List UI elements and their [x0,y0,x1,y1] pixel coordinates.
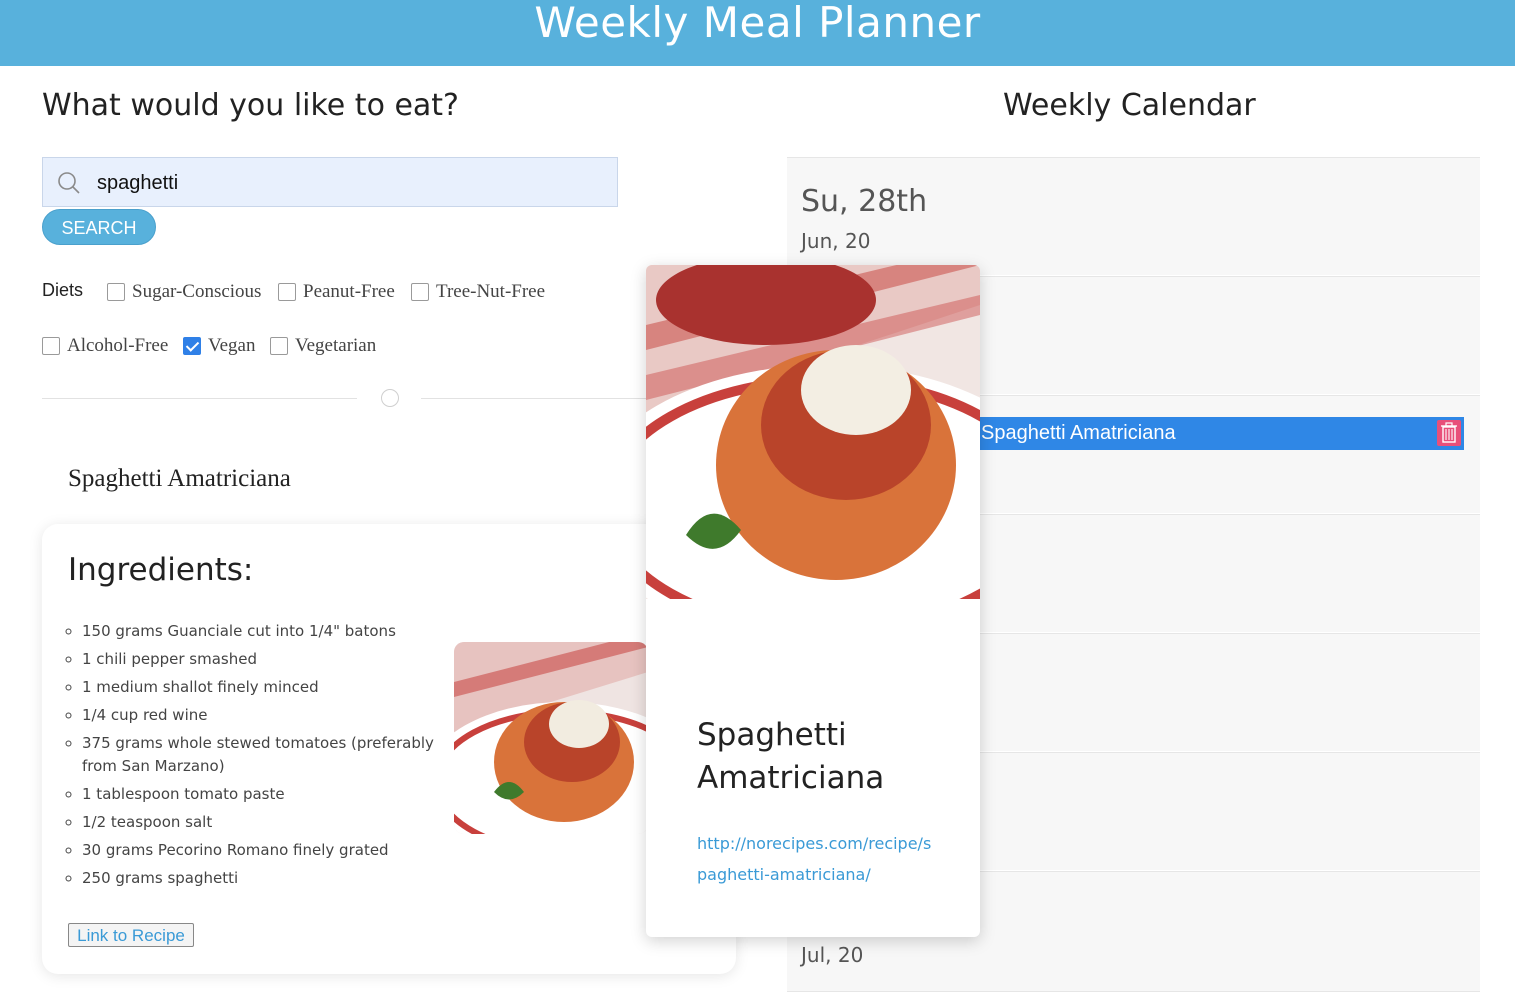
app-title: Weekly Meal Planner [534,0,981,47]
list-item: 1 chili pepper smashed [82,648,462,671]
divider-right [421,398,646,399]
ingredients-heading: Ingredients: [68,552,254,588]
app-header: Weekly Meal Planner [0,0,1515,66]
list-item: 375 grams whole stewed tomatoes (prefera… [82,732,462,778]
search-field[interactable] [42,157,618,207]
recipe-title[interactable]: Spaghetti Amatriciana [68,465,291,493]
day-date: Jul, 20 [801,943,864,967]
recipe-popup-card[interactable]: Spaghetti Amatriciana http://norecipes.c… [646,265,980,937]
day-name: Su, 28th [801,184,928,219]
search-icon [57,171,81,199]
diet-label: Peanut-Free [303,281,395,302]
link-to-recipe-button[interactable]: Link to Recipe [68,923,194,947]
list-item: 1/4 cup red wine [82,704,462,727]
checkbox[interactable] [107,283,125,301]
meal-entry-label: Spaghetti Amatriciana [981,422,1176,444]
list-item: 150 grams Guanciale cut into 1/4" batons [82,620,462,643]
list-item: 1 tablespoon tomato paste [82,783,462,806]
popup-title: Spaghetti Amatriciana [697,717,885,796]
diet-vegetarian[interactable]: Vegetarian [270,335,376,357]
trash-icon[interactable] [1437,420,1461,446]
divider-left [42,398,357,399]
recipe-thumbnail[interactable] [454,642,648,834]
checkbox-checked[interactable] [183,337,201,355]
diet-label: Alcohol-Free [67,335,169,356]
diet-tree-nut-free[interactable]: Tree-Nut-Free [411,281,545,303]
checkbox[interactable] [278,283,296,301]
list-item: 1/2 teaspoon salt [82,811,462,834]
recipe-image [646,265,980,599]
checkbox[interactable] [42,337,60,355]
list-item: 250 grams spaghetti [82,867,462,890]
list-item: 1 medium shallot finely minced [82,676,462,699]
list-item: 30 grams Pecorino Romano finely grated [82,839,462,862]
diet-peanut-free[interactable]: Peanut-Free [278,281,395,303]
popup-recipe-link[interactable]: http://norecipes.com/recipe/spaghetti-am… [697,828,937,890]
recipe-card: Ingredients: 150 grams Guanciale cut int… [42,524,736,974]
calendar-day-sunday[interactable]: Su, 28th Jun, 20 [787,157,1480,275]
calendar-meal-entry[interactable]: Spaghetti Amatriciana [980,417,1464,450]
divider-circle [381,389,399,407]
diet-sugar-conscious[interactable]: Sugar-Conscious [107,281,261,303]
diet-label: Sugar-Conscious [132,281,262,302]
diet-alcohol-free[interactable]: Alcohol-Free [42,335,168,357]
diet-label: Vegan [208,335,256,356]
checkbox[interactable] [270,337,288,355]
search-heading: What would you like to eat? [42,88,459,123]
diet-label: Vegetarian [295,335,377,356]
diets-label: Diets [42,280,84,300]
diet-vegan[interactable]: Vegan [183,335,255,357]
ingredients-list: 150 grams Guanciale cut into 1/4" batons… [60,620,462,895]
search-input[interactable] [95,166,599,200]
diet-label: Tree-Nut-Free [436,281,546,302]
checkbox[interactable] [411,283,429,301]
calendar-heading: Weekly Calendar [1003,88,1256,123]
day-date: Jun, 20 [801,229,871,253]
search-button[interactable]: SEARCH [42,209,156,245]
